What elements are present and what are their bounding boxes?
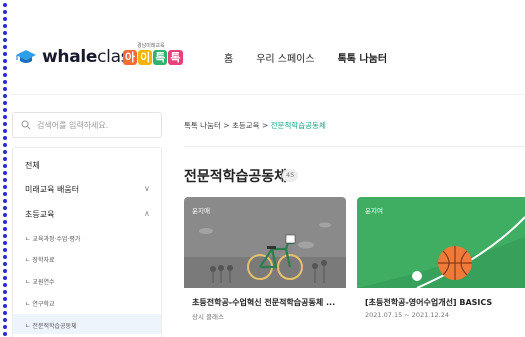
chevron-down-icon[interactable]: ∨: [144, 184, 150, 193]
partner-letter: 톡: [153, 50, 168, 65]
binding-dot: [3, 10, 7, 14]
whale-logo-icon: [15, 49, 37, 65]
binding-dot: [3, 311, 7, 315]
sidebar-subitem-materials[interactable]: ㄴ 장학자료: [25, 255, 55, 264]
binding-dot: [3, 157, 7, 161]
binding-dot: [3, 248, 7, 252]
binding-dot: [3, 178, 7, 182]
nav-toktok-sharing[interactable]: 톡톡 나눔터: [338, 50, 387, 65]
item-count-badge: 45: [282, 169, 299, 182]
binding-dot: [3, 115, 7, 119]
binding-dot: [3, 38, 7, 42]
binding-dot: [3, 101, 7, 105]
sidebar-subitem-curriculum[interactable]: ㄴ 교육과정·수업·평가: [25, 234, 80, 243]
sidebar-subitem-research-school[interactable]: ㄴ 연구학교: [25, 299, 55, 308]
binding-dot: [3, 199, 7, 203]
partner-logo-caption: 경남미래교육: [137, 43, 165, 49]
binding-dot: [3, 122, 7, 126]
partner-logo-letters: 아 이 톡 톡: [123, 50, 183, 65]
nav-our-space[interactable]: 우리 스페이스: [256, 50, 314, 65]
sidebar-item-future-education[interactable]: 미래교육 배움터: [25, 184, 79, 195]
header-divider: [10, 94, 525, 95]
page-title: 전문적학습공동체: [184, 169, 288, 185]
binding-dot: [3, 234, 7, 238]
breadcrumb-current: 전문적학습공동체: [270, 121, 326, 130]
chevron-up-icon[interactable]: ∧: [144, 209, 150, 218]
binding-dot: [3, 318, 7, 322]
breadcrumb-divider: [184, 146, 525, 147]
binding-dot: [3, 59, 7, 63]
card-subtitle: 2021.07.15 ~ 2021.12.24: [365, 311, 450, 319]
breadcrumb: 톡톡 나눔터 > 초등교육 > 전문적학습공동체: [184, 120, 326, 131]
search-icon: [21, 120, 31, 130]
binding-dot: [3, 17, 7, 21]
binding-dot: [3, 213, 7, 217]
binding-dot: [3, 45, 7, 49]
card-author: 윤지여: [365, 207, 383, 215]
binding-dot: [3, 171, 7, 175]
card-title[interactable]: 초등전학공-수업혁신 전문적학습공동체 ...: [192, 297, 335, 308]
binding-dot: [3, 206, 7, 210]
binding-dot: [3, 66, 7, 70]
partner-letter: 아: [123, 50, 138, 65]
binding-dot: [3, 143, 7, 147]
binding-dot: [3, 80, 7, 84]
breadcrumb-item[interactable]: 초등교육: [232, 121, 260, 130]
top-header: whaleclass 경남미래교육 아 이 톡 톡 홈 우리 스페이스 톡톡 나…: [10, 36, 525, 76]
card-author: 윤지애: [192, 207, 210, 215]
class-card[interactable]: 윤지여 [초등전학공-영어수업개선] BASICS 2021.07.15 ~ 2…: [357, 197, 525, 337]
partner-letter: 톡: [168, 50, 183, 65]
breadcrumb-separator: >: [261, 121, 269, 130]
binding-dot: [3, 304, 7, 308]
binding-dot: [3, 87, 7, 91]
binding-dot: [3, 3, 7, 7]
search-input[interactable]: 검색어를 입력하세요.: [12, 112, 162, 138]
binding-dots: [0, 0, 10, 337]
sidebar-item-all[interactable]: 전체: [25, 160, 40, 171]
binding-dot: [3, 255, 7, 259]
card-subtitle: 상시 클래스: [192, 313, 224, 321]
partner-letter: 이: [138, 50, 153, 65]
class-card[interactable]: 윤지애 초등전학공-수업혁신 전문적학습공동체 ... 상시 클래스: [184, 197, 346, 337]
binding-dot: [3, 164, 7, 168]
binding-dot: [3, 325, 7, 329]
binding-dot: [3, 262, 7, 266]
whaleclass-logo[interactable]: whaleclass: [15, 47, 138, 67]
card-title[interactable]: [초등전학공-영어수업개선] BASICS: [365, 297, 492, 308]
breadcrumb-separator: >: [223, 121, 230, 130]
binding-dot: [3, 297, 7, 301]
binding-dot: [3, 129, 7, 133]
binding-dot: [3, 73, 7, 77]
binding-dot: [3, 136, 7, 140]
binding-dot: [3, 31, 7, 35]
binding-dot: [3, 276, 7, 280]
nav-home[interactable]: 홈: [224, 50, 233, 65]
breadcrumb-item[interactable]: 톡톡 나눔터: [184, 121, 221, 130]
main-nav: 홈 우리 스페이스 톡톡 나눔터: [224, 50, 387, 65]
binding-dot: [3, 52, 7, 56]
binding-dot: [3, 24, 7, 28]
binding-dot: [3, 290, 7, 294]
sidebar-subitem-training[interactable]: ㄴ 교원연수: [25, 277, 55, 286]
binding-dot: [3, 192, 7, 196]
binding-dot: [3, 220, 7, 224]
category-sidebar: 전체 미래교육 배움터 ∨ 초등교육 ∧ ㄴ 교육과정·수업·평가 ㄴ 장학자료…: [12, 147, 162, 337]
binding-dot: [3, 241, 7, 245]
binding-dot: [3, 94, 7, 98]
binding-dot: [3, 150, 7, 154]
binding-dot: [3, 269, 7, 273]
sidebar-subitem-learning-community[interactable]: ㄴ 전문적학습공동체: [25, 321, 77, 330]
binding-dot: [3, 185, 7, 189]
sidebar-item-elementary[interactable]: 초등교육: [25, 209, 54, 220]
search-placeholder: 검색어를 입력하세요.: [37, 121, 109, 130]
binding-dot: [3, 283, 7, 287]
binding-dot: [3, 108, 7, 112]
partner-logo[interactable]: 경남미래교육 아 이 톡 톡: [123, 42, 185, 68]
binding-dot: [3, 227, 7, 231]
binding-dot: [3, 332, 7, 336]
